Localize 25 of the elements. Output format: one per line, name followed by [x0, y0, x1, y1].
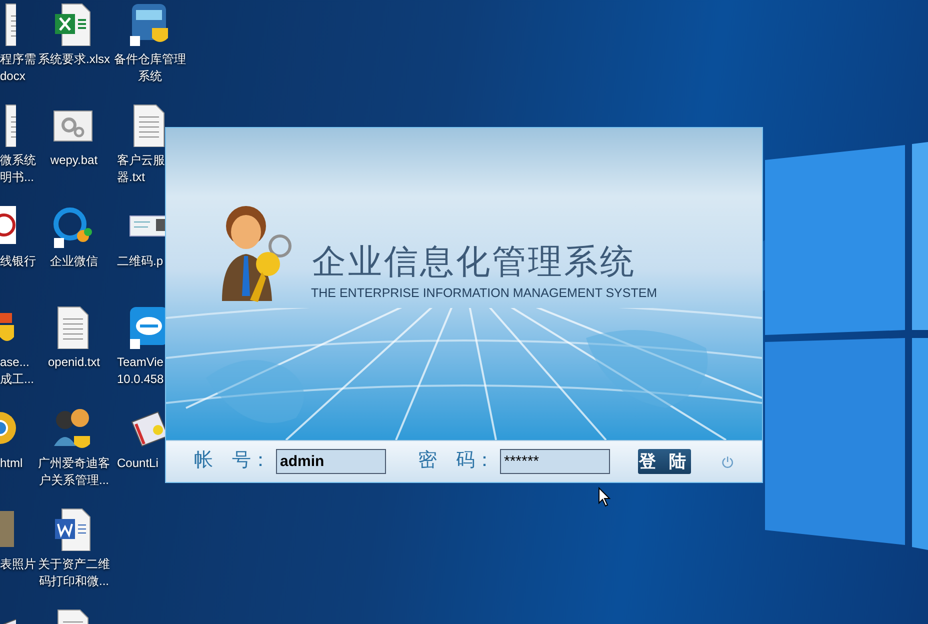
- icon-label: wepy.bat: [49, 152, 99, 169]
- icon-label: CountLi: [117, 455, 158, 472]
- account-field[interactable]: admin: [276, 449, 386, 474]
- icon-label: 企业微信: [49, 253, 99, 270]
- app-title: 企业信息化管理系统: [312, 241, 636, 283]
- icon-label: 程序需 docx: [0, 51, 36, 85]
- icon-label: 微系统 明书...: [0, 152, 36, 186]
- icon-label: 二维码.p: [117, 253, 164, 270]
- icon-label: 备件仓库管理 系统: [113, 51, 187, 85]
- icon-label: openid.txt: [46, 354, 102, 371]
- icon-label: ase... 成工...: [0, 354, 34, 388]
- icon-label: html: [0, 455, 23, 472]
- icon-label: 表照片: [0, 556, 36, 573]
- login-button[interactable]: 登 陆: [638, 449, 691, 474]
- icon-label: 客户云服 器.txt: [117, 152, 165, 186]
- password-label: 密 码：: [418, 449, 494, 474]
- icon-label: 广州爱奇迪客 户关系管理...: [37, 455, 111, 489]
- mouse-pointer-icon: [598, 487, 611, 507]
- icon-label: 关于资产二维 码打印和微...: [37, 556, 111, 590]
- app-subtitle: THE ENTERPRISE INFORMATION MANAGEMENT SYSTEM: [311, 285, 658, 301]
- icon-label: 系统要求.xlsx: [37, 51, 111, 68]
- icon-label: 线银行: [0, 253, 36, 270]
- icon-label: TeamVie 10.0.458: [117, 354, 164, 388]
- account-label: 帐 号：: [194, 449, 270, 474]
- password-field[interactable]: ******: [500, 449, 610, 474]
